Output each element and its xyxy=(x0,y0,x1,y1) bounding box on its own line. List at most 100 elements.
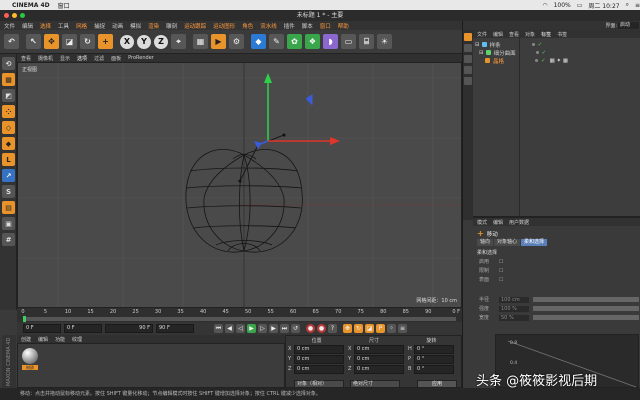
attr-tab[interactable]: 对象轴心 xyxy=(494,239,521,246)
menu-item[interactable]: 动画 xyxy=(112,22,123,30)
pen-icon[interactable]: ✎ xyxy=(269,34,284,49)
subdivision-icon[interactable]: ✿ xyxy=(287,34,302,49)
menu-item[interactable]: 窗口 xyxy=(320,22,331,30)
coordinate-system-icon[interactable]: ⌖ xyxy=(171,34,186,49)
point-level-icon[interactable]: ⁘ xyxy=(387,324,396,333)
move-icon[interactable]: ✥ xyxy=(44,34,59,49)
viewport-menu-item[interactable]: 摄像机 xyxy=(38,55,53,62)
record-icon[interactable]: ● xyxy=(306,324,315,333)
max-frame-field[interactable]: 90 F xyxy=(156,324,194,333)
mac-app-menu[interactable]: CINEMA 4D xyxy=(12,2,50,9)
width-slider[interactable] xyxy=(533,315,639,320)
light-icon[interactable]: ☀ xyxy=(377,34,392,49)
x-axis-lock-button[interactable]: X xyxy=(120,34,134,49)
viewport-menu-item[interactable]: 选项 xyxy=(77,55,87,62)
timeline-track[interactable] xyxy=(23,317,456,321)
object-row-spline[interactable]: ⊟ 样条 ✓ xyxy=(475,41,639,49)
go-to-end-icon[interactable]: ⏭ xyxy=(280,324,289,333)
menu-item[interactable]: 运动跟踪 xyxy=(184,22,206,30)
grid-icon[interactable]: # xyxy=(2,233,15,246)
points-mode-icon[interactable]: ⁘ xyxy=(2,105,15,118)
menu-item[interactable]: 插件 xyxy=(284,22,295,30)
floor-icon[interactable]: ▭ xyxy=(341,34,356,49)
render-view-icon[interactable]: ▦ xyxy=(193,34,208,49)
radius-slider[interactable] xyxy=(533,297,639,302)
menu-item[interactable]: 捕捉 xyxy=(94,22,105,30)
material-preview[interactable] xyxy=(22,348,38,364)
step-back-icon[interactable]: ◁ xyxy=(236,324,245,333)
autokey-icon[interactable]: ● xyxy=(317,324,326,333)
enabled-check-icon[interactable]: ✓ xyxy=(541,58,546,64)
attr-menu-item[interactable]: 用户数据 xyxy=(509,219,529,226)
current-frame-field[interactable]: 0 F xyxy=(23,324,61,333)
viewport-menu-item[interactable]: 过滤 xyxy=(94,55,104,62)
visibility-editor-dot[interactable] xyxy=(535,59,538,62)
scale-icon[interactable]: ◪ xyxy=(62,34,77,49)
size-mode-select[interactable]: 绝对尺寸 xyxy=(350,380,400,388)
render-settings-icon[interactable]: ⚙ xyxy=(229,34,244,49)
end-frame-field[interactable]: 90 F xyxy=(105,324,153,333)
position-y-field[interactable]: 0 cm xyxy=(294,354,344,364)
timeline-window-icon[interactable]: ≡ xyxy=(398,324,407,333)
position-key-icon[interactable]: ✥ xyxy=(343,324,352,333)
om-menu-item[interactable]: 标签 xyxy=(541,31,551,38)
minimize-window-button[interactable] xyxy=(12,13,17,18)
size-z-field[interactable]: 0 cm xyxy=(354,364,404,374)
z-axis-lock-button[interactable]: Z xyxy=(154,34,168,49)
material-menu-item[interactable]: 编辑 xyxy=(38,336,48,343)
play-icon[interactable]: ▶ xyxy=(247,324,256,333)
object-manager[interactable]: ⊟ 样条 ✓ ⊟ 细分曲面 ✓ 晶格 ✓ ▦ ✦ ▦ xyxy=(473,38,640,218)
mac-window-menu[interactable]: 窗口 xyxy=(58,1,70,10)
radius-field[interactable]: 100 cm xyxy=(499,296,529,303)
visibility-editor-dot[interactable] xyxy=(535,51,539,54)
object-name[interactable]: 晶格 xyxy=(493,57,533,65)
axis-mode-icon[interactable]: L xyxy=(2,153,15,166)
strength-slider[interactable] xyxy=(533,306,639,311)
rotation-p-field[interactable]: 0 ° xyxy=(414,354,454,364)
timeline[interactable]: 0 5 10 15 20 25 30 35 40 45 50 55 60 65 … xyxy=(17,308,462,322)
battery-icon[interactable]: ▭ xyxy=(577,2,583,9)
surface-checkbox[interactable]: ☐ xyxy=(499,277,503,283)
render-to-picture-viewer-icon[interactable]: ▶ xyxy=(211,34,226,49)
loop-icon[interactable]: ↺ xyxy=(291,324,300,333)
tag-icons[interactable]: ▦ ✦ ▦ xyxy=(550,58,569,64)
axis-plane-marker[interactable] xyxy=(305,94,313,105)
viewport-menu-item[interactable]: 显示 xyxy=(60,55,70,62)
menu-item[interactable]: 网格 xyxy=(76,22,87,30)
expand-icon[interactable]: ⊟ xyxy=(479,50,484,56)
menu-item[interactable]: 编辑 xyxy=(22,22,33,30)
workplane-icon[interactable]: ▤ xyxy=(2,201,15,214)
cloner-icon[interactable]: ❖ xyxy=(305,34,320,49)
structure-tab-icon[interactable] xyxy=(464,66,472,74)
material-menu-item[interactable]: 功能 xyxy=(55,336,65,343)
content-browser-tab-icon[interactable] xyxy=(464,55,472,63)
om-menu-item[interactable]: 文件 xyxy=(477,31,487,38)
parameter-key-icon[interactable]: P xyxy=(376,324,385,333)
viewport-canvas[interactable] xyxy=(18,63,462,308)
material-manager[interactable]: 材质 xyxy=(17,343,285,388)
viewport[interactable]: 正视图 网格间距：10 cm xyxy=(17,62,462,308)
menu-item[interactable]: 选择 xyxy=(40,22,51,30)
objects-tab-icon[interactable] xyxy=(464,33,472,41)
attr-tab[interactable]: 柔和选择 xyxy=(521,239,548,246)
lock-icon[interactable]: ▣ xyxy=(2,217,15,230)
make-editable-icon[interactable]: ⟲ xyxy=(2,57,15,70)
om-menu-item[interactable]: 查看 xyxy=(509,31,519,38)
om-menu-item[interactable]: 书签 xyxy=(557,31,567,38)
key-selection-icon[interactable]: ? xyxy=(328,324,337,333)
coordinate-mode-select[interactable]: 对象（相对） xyxy=(294,380,344,388)
menu-item[interactable]: 渲染 xyxy=(148,22,159,30)
next-key-icon[interactable]: ▶ xyxy=(269,324,278,333)
apply-button[interactable]: 应用 xyxy=(417,380,457,388)
step-forward-icon[interactable]: ▷ xyxy=(258,324,267,333)
enabled-check-icon[interactable]: ✓ xyxy=(538,42,543,48)
clock[interactable]: 周二 10:27 xyxy=(588,1,619,10)
snap-icon[interactable]: S xyxy=(2,185,15,198)
menu-item[interactable]: 脚本 xyxy=(302,22,313,30)
restrict-checkbox[interactable]: ☐ xyxy=(499,268,503,274)
y-axis-lock-button[interactable]: Y xyxy=(137,34,151,49)
menu-item[interactable]: 角色 xyxy=(242,22,253,30)
menu-icon[interactable]: ≡ xyxy=(635,2,640,9)
menu-item[interactable]: 文件 xyxy=(4,22,15,30)
material-menu-item[interactable]: 创建 xyxy=(21,336,31,343)
